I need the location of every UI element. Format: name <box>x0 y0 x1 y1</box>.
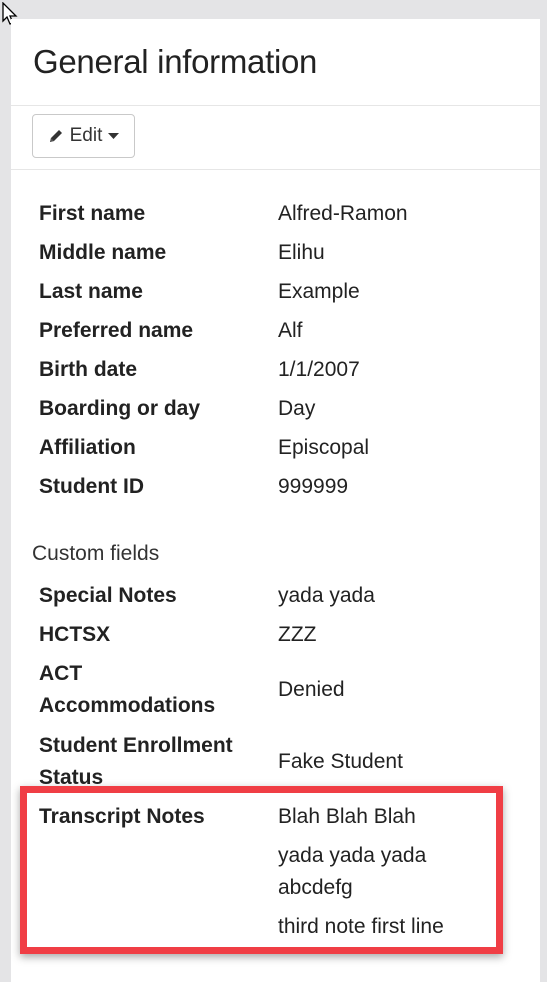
field-value: 999999 <box>278 475 349 498</box>
field-value: yada yada <box>278 584 375 607</box>
field-label: Special Notes <box>39 584 177 607</box>
field-value: ZZZ <box>278 623 317 646</box>
field-label: Birth date <box>39 358 138 381</box>
field-value: Day <box>278 397 316 420</box>
edit-button-label: Edit <box>69 125 103 146</box>
custom-field-row-act-accommodations: ACT Accommodations Denied <box>39 658 519 722</box>
custom-field-row-enrollment-status: Student Enrollment Status Fake Student <box>39 730 519 794</box>
field-label: First name <box>39 202 146 225</box>
divider <box>11 169 540 170</box>
highlight-box <box>20 786 503 954</box>
divider <box>11 105 540 106</box>
field-label: Boarding or day <box>39 397 201 420</box>
field-label: Middle name <box>39 241 167 264</box>
field-label: ACT <box>39 662 83 685</box>
field-label: Student Enrollment <box>39 734 233 757</box>
field-value: Example <box>278 280 360 303</box>
field-value: Episcopal <box>278 436 370 459</box>
field-value: Alfred-Ramon <box>278 202 408 225</box>
caret-down-icon <box>108 133 120 139</box>
field-label: HCTSX <box>39 623 111 646</box>
field-value: Elihu <box>278 241 325 264</box>
field-label: Student ID <box>39 475 144 498</box>
custom-fields-heading: Custom fields <box>32 542 160 565</box>
panel-title: General information <box>33 43 318 80</box>
field-label: Last name <box>39 280 143 303</box>
field-value: Fake Student <box>278 750 403 773</box>
field-value: 1/1/2007 <box>278 358 360 381</box>
field-label: Affiliation <box>39 436 136 459</box>
field-value: Denied <box>278 678 345 701</box>
field-label: Preferred name <box>39 319 194 342</box>
field-label: Accommodations <box>39 694 216 717</box>
edit-dropdown-button[interactable]: Edit <box>32 114 135 158</box>
pencil-icon <box>49 130 62 142</box>
field-value: Alf <box>278 319 303 342</box>
